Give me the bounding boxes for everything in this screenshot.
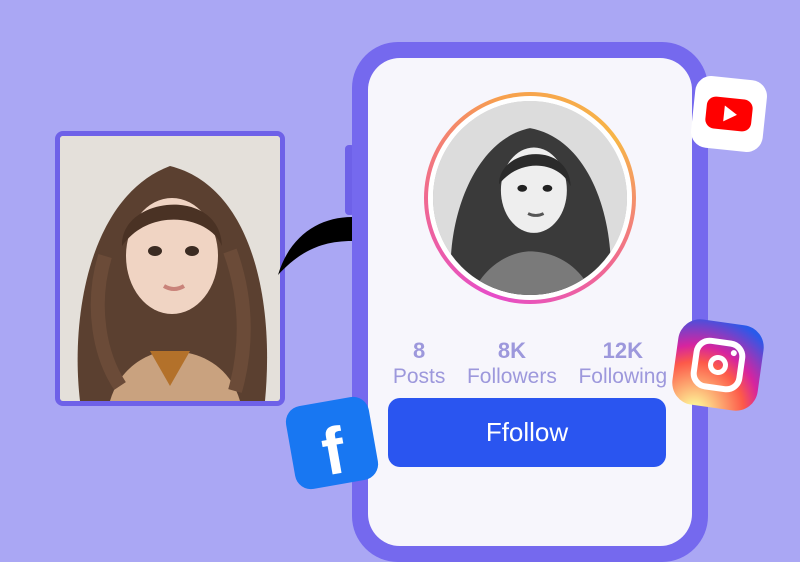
avatar-story-ring xyxy=(424,92,636,304)
avatar[interactable] xyxy=(433,101,627,295)
follow-button[interactable]: Ffollow xyxy=(388,398,666,467)
youtube-icon xyxy=(689,74,769,154)
stat-followers[interactable]: 8K Followers xyxy=(467,338,557,390)
play-icon xyxy=(704,95,754,133)
stat-value: 12K xyxy=(602,338,643,363)
stat-label: Followers xyxy=(466,365,557,388)
stat-label: Posts xyxy=(392,365,446,388)
instagram-icon xyxy=(669,316,767,414)
facebook-icon: f xyxy=(283,394,381,492)
facebook-glyph: f xyxy=(316,412,351,490)
source-photo xyxy=(55,131,285,406)
stat-label: Following xyxy=(578,365,668,388)
camera-lens-icon xyxy=(706,353,730,377)
sketch-portrait xyxy=(433,101,627,295)
profile-screen: 8 Posts 8K Followers 12K Following Ffoll… xyxy=(368,58,692,546)
stat-value: 8K xyxy=(497,338,526,363)
stat-value: 8 xyxy=(412,338,426,363)
profile-stats: 8 Posts 8K Followers 12K Following xyxy=(368,338,692,390)
stat-following[interactable]: 12K Following xyxy=(578,338,667,390)
phone-mockup: 8 Posts 8K Followers 12K Following Ffoll… xyxy=(352,42,708,562)
stat-posts[interactable]: 8 Posts xyxy=(393,338,446,390)
portrait-illustration xyxy=(60,136,280,401)
